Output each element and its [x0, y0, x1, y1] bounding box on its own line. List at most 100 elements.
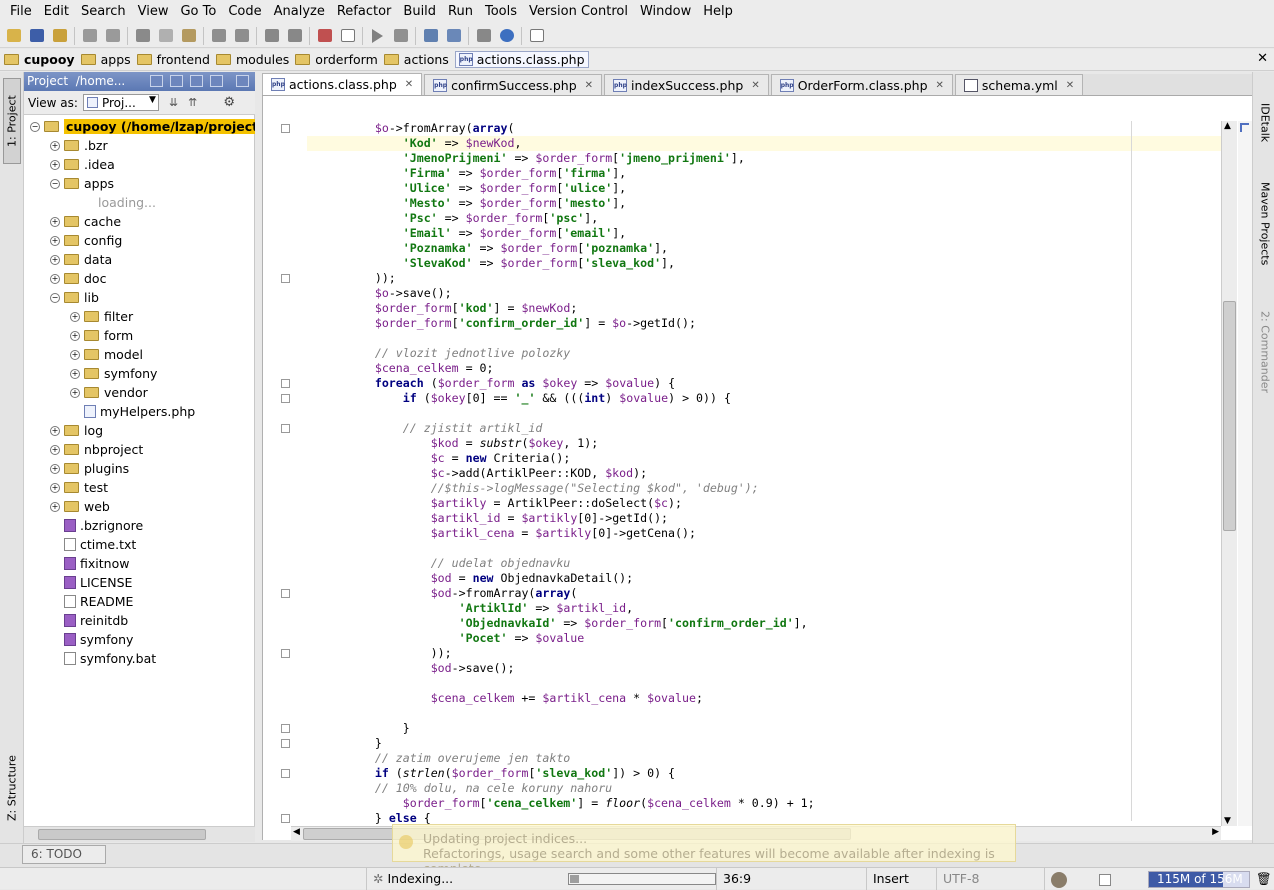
code-line[interactable]: $order_form['confirm_order_id'] = $o->ge…	[319, 316, 1219, 331]
code-line[interactable]	[319, 676, 1219, 691]
close-tab-icon[interactable]: ✕	[751, 80, 759, 91]
close-tab-icon[interactable]: ✕	[585, 80, 593, 91]
code-line[interactable]: 'ArtiklId' => $artikl_id,	[319, 601, 1219, 616]
structure-tool-tab[interactable]: Z: Structure	[3, 740, 21, 836]
code-line[interactable]: $o->fromArray(array(	[319, 121, 1219, 136]
fold-marker-icon[interactable]	[281, 379, 290, 388]
code-line[interactable]: $od = new ObjednavkaDetail();	[319, 571, 1219, 586]
tree-node[interactable]: + data	[50, 250, 112, 269]
breadcrumb-1[interactable]: cupooy	[4, 52, 75, 67]
todo-tool-button[interactable]: 6: TODO	[22, 845, 106, 864]
code-line[interactable]: 'Mesto' => $order_form['mesto'],	[319, 196, 1219, 211]
code-line[interactable]: 'Psc' => $order_form['psc'],	[319, 211, 1219, 226]
code-line[interactable]: 'JmenoPrijmeni' => $order_form['jmeno_pr…	[319, 151, 1219, 166]
view-as-select[interactable]: Proj... ▼	[82, 94, 159, 111]
tree-node[interactable]: fixitnow	[50, 554, 129, 573]
breadcrumb-7[interactable]: php actions.class.php	[454, 51, 589, 68]
editor-tab[interactable]: schema.yml ✕	[954, 74, 1084, 95]
tree-node[interactable]: ctime.txt	[50, 535, 136, 554]
code-line[interactable]: $artikl_id = $artikly[0]->getId();	[319, 511, 1219, 526]
expand-toggle-icon[interactable]: +	[70, 387, 80, 398]
code-editor[interactable]: $o->fromArray(array( 'Kod' => $newKod, '…	[262, 96, 1252, 841]
tree-node[interactable]: + .bzr	[50, 136, 108, 155]
tree-node[interactable]: myHelpers.php	[70, 402, 195, 421]
code-line[interactable]: ));	[319, 646, 1219, 661]
menu-go-to[interactable]: Go To	[174, 0, 222, 24]
cut-icon[interactable]	[132, 26, 153, 46]
expand-toggle-icon[interactable]: +	[50, 273, 60, 284]
fold-marker-icon[interactable]	[281, 424, 290, 433]
code-line[interactable]: $o->save();	[319, 286, 1219, 301]
expand-toggle-icon[interactable]: +	[50, 444, 60, 455]
memory-indicator[interactable]: 115M of 156M	[1148, 871, 1250, 888]
fold-marker-icon[interactable]	[281, 394, 290, 403]
code-content[interactable]: $o->fromArray(array( 'Kod' => $newKod, '…	[319, 121, 1219, 826]
tree-node[interactable]: + config	[50, 231, 122, 250]
dropdown-icon[interactable]	[337, 26, 358, 46]
menu-refactor[interactable]: Refactor	[331, 0, 398, 24]
expand-toggle-icon[interactable]: +	[70, 368, 80, 379]
pin-icon[interactable]	[210, 75, 223, 87]
save-icon[interactable]	[26, 26, 47, 46]
scrollbar-thumb[interactable]	[1223, 301, 1236, 531]
run-icon[interactable]	[367, 26, 388, 46]
file-encoding[interactable]: UTF-8	[936, 868, 1044, 890]
menu-search[interactable]: Search	[75, 0, 132, 24]
tree-node[interactable]: + log	[50, 421, 103, 440]
code-line[interactable]: if ($okey[0] == '_' && (((int) $ovalue) …	[319, 391, 1219, 406]
readonly-toggle-icon[interactable]	[1098, 873, 1111, 886]
menu-run[interactable]: Run	[442, 0, 479, 24]
code-line[interactable]: 'Pocet' => $ovalue	[319, 631, 1219, 646]
fold-marker-icon[interactable]	[281, 649, 290, 658]
close-tab-icon[interactable]: ✕	[1066, 80, 1074, 91]
project-horizontal-scrollbar[interactable]	[24, 826, 255, 842]
code-line[interactable]	[319, 541, 1219, 556]
code-line[interactable]: $cena_celkem = 0;	[319, 361, 1219, 376]
fold-marker-icon[interactable]	[281, 124, 290, 133]
debug-icon[interactable]	[390, 26, 411, 46]
close-tab-icon[interactable]: ✕	[936, 80, 944, 91]
expand-toggle-icon[interactable]: +	[50, 501, 60, 512]
tree-node[interactable]: reinitdb	[50, 611, 128, 630]
tree-node[interactable]: symfony	[50, 630, 133, 649]
code-line[interactable]: $c->add(ArtiklPeer::KOD, $kod);	[319, 466, 1219, 481]
code-line[interactable]: $order_form['cena_celkem'] = floor($cena…	[319, 796, 1219, 811]
redo-icon[interactable]	[102, 26, 123, 46]
find-icon[interactable]	[208, 26, 229, 46]
collapse-toggle-icon[interactable]: −	[50, 292, 60, 303]
menu-version-control[interactable]: Version Control	[523, 0, 634, 24]
code-line[interactable]	[319, 406, 1219, 421]
expand-toggle-icon[interactable]: +	[50, 463, 60, 474]
scroll-from-source-icon[interactable]	[150, 75, 163, 87]
breadcrumb-4[interactable]: modules	[215, 52, 289, 67]
code-line[interactable]: // 10% dolu, na cele koruny nahoru	[319, 781, 1219, 796]
expand-toggle-icon[interactable]: +	[50, 425, 60, 436]
editor-tab[interactable]: php OrderForm.class.php ✕	[770, 74, 953, 95]
menu-edit[interactable]: Edit	[38, 0, 75, 24]
fold-marker-icon[interactable]	[281, 769, 290, 778]
code-line[interactable]: $kod = substr($okey, 1);	[319, 436, 1219, 451]
code-line[interactable]: 'SlevaKod' => $order_form['sleva_kod'],	[319, 256, 1219, 271]
expand-all-icon[interactable]: ⇊	[169, 96, 178, 109]
tree-node[interactable]: − lib	[50, 288, 99, 307]
collapse-toggle-icon[interactable]: −	[30, 121, 40, 132]
menu-code[interactable]: Code	[222, 0, 267, 24]
fold-marker-icon[interactable]	[281, 739, 290, 748]
scroll-right-icon[interactable]: ▶	[1212, 827, 1219, 837]
help-icon[interactable]	[496, 26, 517, 46]
expand-toggle-icon[interactable]: +	[50, 159, 60, 170]
code-line[interactable]: $artikl_cena = $artikly[0]->getCena();	[319, 526, 1219, 541]
gear-icon[interactable]: ⚙	[223, 95, 235, 110]
code-line[interactable]	[319, 706, 1219, 721]
structure-icon[interactable]	[314, 26, 335, 46]
tree-node[interactable]: + cache	[50, 212, 121, 231]
project-tool-tab[interactable]: 1: Project	[3, 78, 21, 164]
expand-toggle-icon[interactable]: +	[50, 482, 60, 493]
expand-toggle-icon[interactable]: +	[50, 140, 60, 151]
collapse-icon[interactable]: ⇈	[188, 96, 197, 109]
code-line[interactable]: // zatim overujeme jen takto	[319, 751, 1219, 766]
code-line[interactable]: // udelat objednavku	[319, 556, 1219, 571]
code-line[interactable]: 'Kod' => $newKod,	[319, 136, 1219, 151]
expand-toggle-icon[interactable]: +	[70, 349, 80, 360]
replace-icon[interactable]	[231, 26, 252, 46]
